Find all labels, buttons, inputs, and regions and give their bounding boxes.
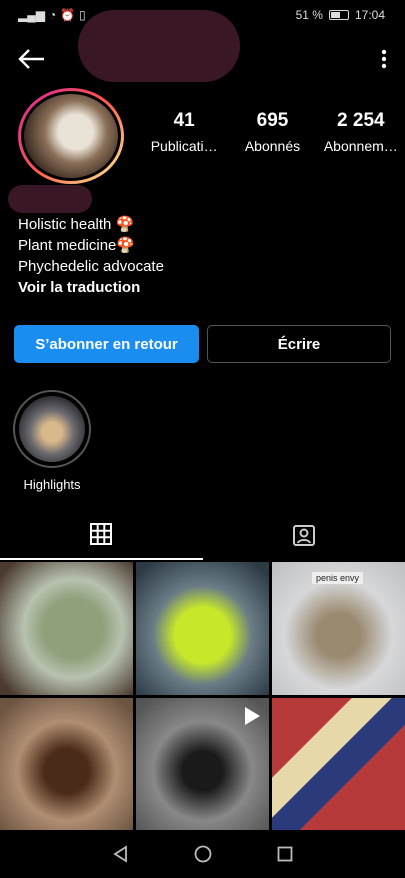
- stat-posts-value: 41: [173, 110, 195, 131]
- profile-stats: 41 Publicati… 695 Abonnés 2 254 Abonnem…: [140, 110, 405, 154]
- stat-posts-label: Publicati…: [150, 138, 218, 154]
- post-thumbnail[interactable]: [272, 698, 405, 831]
- alarm-icon: ⏰: [60, 8, 76, 22]
- bio-line: Plant medicine🍄: [18, 237, 136, 254]
- nav-home-icon[interactable]: [194, 845, 212, 863]
- highlight-item[interactable]: Highlights: [13, 390, 91, 492]
- stat-following[interactable]: 2 254 Abonnem…: [317, 110, 405, 154]
- back-button[interactable]: [18, 48, 46, 73]
- vibrate-icon: ▯: [79, 8, 86, 22]
- video-play-icon: [245, 707, 260, 725]
- profile-bio: Holistic health 🍄 Plant medicine🍄 Phyche…: [18, 214, 164, 298]
- system-nav-bar: [0, 830, 405, 878]
- post-thumbnail[interactable]: [0, 698, 133, 831]
- grid-icon: [90, 523, 113, 545]
- signal-icon: ▂▄▆: [18, 8, 45, 22]
- battery-text: 51 %: [295, 8, 323, 22]
- stat-following-value: 2 254: [337, 110, 385, 131]
- post-thumbnail[interactable]: [136, 562, 269, 695]
- nav-back-icon[interactable]: [112, 845, 130, 863]
- arrow-left-icon: [18, 48, 44, 69]
- clock: 17:04: [354, 8, 385, 22]
- stat-followers-value: 695: [256, 110, 289, 131]
- stat-followers[interactable]: 695 Abonnés: [228, 110, 316, 154]
- profile-summary: 41 Publicati… 695 Abonnés 2 254 Abonnem…: [0, 88, 405, 188]
- tab-posts-grid[interactable]: [0, 510, 203, 560]
- bio-line: Holistic health 🍄: [18, 216, 135, 233]
- redacted-username: [78, 10, 240, 82]
- stat-posts[interactable]: 41 Publicati…: [140, 110, 228, 154]
- see-translation-link[interactable]: Voir la traduction: [18, 277, 164, 298]
- stat-following-label: Abonnem…: [323, 138, 398, 154]
- highlight-cover: [19, 396, 85, 462]
- profile-tabs: [0, 510, 405, 560]
- post-thumbnail[interactable]: [0, 562, 133, 695]
- avatar-story-ring[interactable]: [18, 88, 124, 184]
- redacted-display-name: [8, 185, 92, 213]
- nav-recents-icon[interactable]: [277, 846, 293, 862]
- highlight-ring: [13, 390, 91, 468]
- profile-actions: S’abonner en retour Écrire: [14, 325, 391, 363]
- follow-back-button[interactable]: S’abonner en retour: [14, 325, 199, 363]
- more-options-button[interactable]: [381, 49, 387, 72]
- post-thumbnail[interactable]: penis envy: [272, 562, 405, 695]
- post-image-label: penis envy: [312, 572, 364, 584]
- battery-icon: [328, 10, 349, 20]
- message-button[interactable]: Écrire: [207, 325, 391, 363]
- wifi-icon: ◔: [48, 8, 57, 22]
- bio-line: Phychedelic advocate: [18, 258, 164, 275]
- tagged-person-icon: [292, 525, 315, 546]
- status-icons: ▂▄▆ ◔ ⏰ ▯: [18, 8, 86, 22]
- more-vertical-icon: [381, 49, 387, 68]
- tab-tagged[interactable]: [203, 510, 405, 560]
- post-thumbnail[interactable]: [136, 698, 269, 831]
- stat-followers-label: Abonnés: [244, 138, 301, 154]
- avatar: [21, 91, 121, 181]
- highlight-label: Highlights: [23, 477, 81, 492]
- posts-grid: penis envy: [0, 562, 405, 831]
